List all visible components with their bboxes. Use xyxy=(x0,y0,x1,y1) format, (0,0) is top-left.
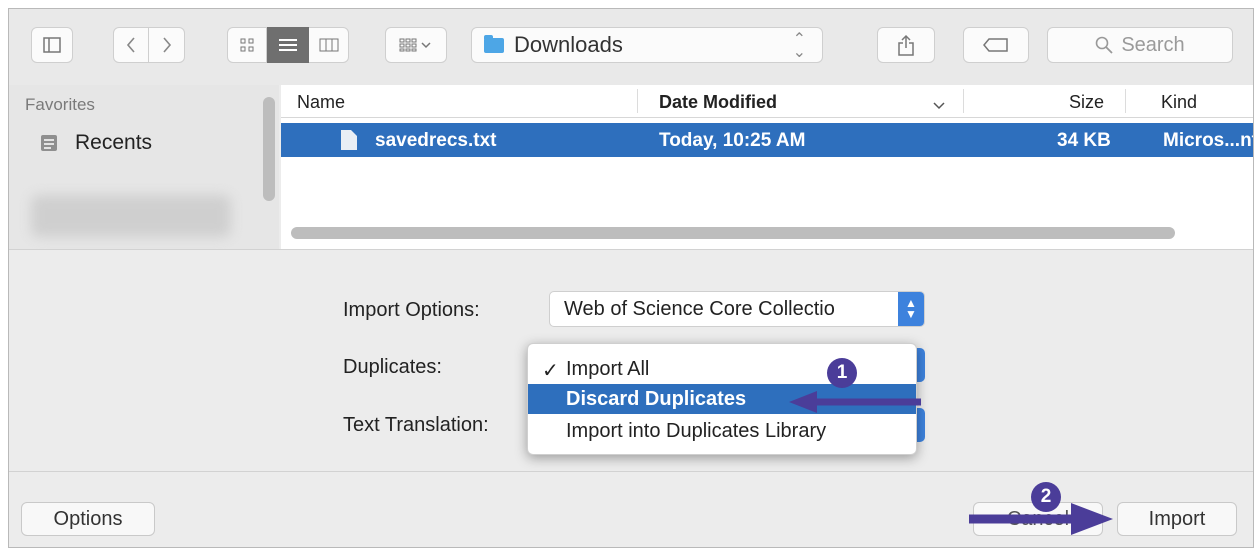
column-divider xyxy=(1125,89,1126,113)
duplicates-label: Duplicates: xyxy=(343,356,442,378)
redacted-sidebar-item xyxy=(31,195,231,237)
sidebar-toggle-button[interactable] xyxy=(31,27,73,63)
file-date-modified: Today, 10:25 AM xyxy=(659,130,806,151)
file-list: Name Date Modified Size Kind savedrecs.t… xyxy=(281,85,1253,249)
sort-chevron-icon xyxy=(933,94,945,115)
list-view-icon xyxy=(278,39,297,51)
file-kind: Micros...nt xyxy=(1163,130,1254,151)
folder-icon xyxy=(484,34,504,53)
icon-view-button[interactable] xyxy=(227,27,267,63)
forward-icon xyxy=(162,37,171,53)
tag-button[interactable] xyxy=(963,27,1029,63)
back-button[interactable] xyxy=(113,27,149,63)
stepper-icon: ⌃ ⌄ xyxy=(792,31,806,61)
column-header-size[interactable]: Size xyxy=(1069,92,1104,113)
location-popup[interactable]: Downloads ⌃ ⌄ xyxy=(471,27,823,63)
list-view-button[interactable] xyxy=(267,27,309,63)
import-options-label: Import Options: xyxy=(343,299,480,321)
back-icon xyxy=(126,37,135,53)
column-view-button[interactable] xyxy=(309,27,349,63)
import-button[interactable]: Import xyxy=(1117,502,1237,536)
text-translation-label: Text Translation: xyxy=(343,414,489,436)
import-options-select[interactable]: Web of Science Core Collectio ▲ ▼ xyxy=(549,291,925,327)
import-options-panel: Import Options: Web of Science Core Coll… xyxy=(9,249,1253,472)
forward-button[interactable] xyxy=(149,27,185,63)
sidebar-icon xyxy=(43,37,61,53)
file-list-header: Name Date Modified Size Kind xyxy=(281,85,1253,118)
column-view-icon xyxy=(319,38,338,52)
view-mode-group xyxy=(227,27,349,63)
column-divider xyxy=(637,89,638,113)
search-icon xyxy=(1096,36,1113,54)
file-size: 34 KB xyxy=(1057,130,1111,151)
step-badge-1: 1 xyxy=(827,358,857,388)
sidebar-item-label: Recents xyxy=(75,131,153,154)
group-icon xyxy=(399,38,431,52)
import-dialog: Downloads ⌃ ⌄ Search Favorites Recents Na… xyxy=(8,8,1254,548)
tag-icon xyxy=(983,38,1008,52)
column-header-kind[interactable]: Kind xyxy=(1161,92,1197,113)
sidebar-scrollbar[interactable] xyxy=(263,97,275,201)
back-forward-group xyxy=(113,27,185,63)
column-header-name[interactable]: Name xyxy=(297,92,345,113)
bottom-bar: Options Cancel Import 2 xyxy=(9,471,1253,547)
file-name: savedrecs.txt xyxy=(375,130,497,151)
import-options-value: Web of Science Core Collectio xyxy=(564,297,835,320)
checkmark-icon: ✓ xyxy=(542,360,559,382)
horizontal-scrollbar[interactable] xyxy=(291,227,1175,239)
share-icon xyxy=(898,34,914,56)
search-placeholder: Search xyxy=(1121,33,1185,56)
menu-item-import-into-duplicates-library[interactable]: Import into Duplicates Library xyxy=(528,416,916,446)
document-icon xyxy=(341,130,357,150)
options-button[interactable]: Options xyxy=(21,502,155,536)
share-button[interactable] xyxy=(877,27,935,63)
step-badge-2: 2 xyxy=(1031,482,1061,512)
group-button[interactable] xyxy=(385,27,447,63)
column-divider xyxy=(963,89,964,113)
menu-item-label: Import into Duplicates Library xyxy=(566,420,827,442)
recents-icon xyxy=(41,135,57,151)
location-label: Downloads xyxy=(514,32,623,57)
sidebar: Favorites Recents xyxy=(9,85,279,249)
search-field[interactable]: Search xyxy=(1047,27,1233,63)
menu-item-import-all[interactable]: ✓ Import All xyxy=(528,354,916,384)
menu-item-label: Import All xyxy=(566,358,650,380)
icon-view-icon xyxy=(240,38,254,52)
file-row[interactable]: savedrecs.txt Today, 10:25 AM 34 KB Micr… xyxy=(281,123,1253,157)
sidebar-item-recents[interactable]: Recents xyxy=(39,131,152,155)
toolbar: Downloads ⌃ ⌄ Search xyxy=(9,9,1253,85)
column-header-date-modified[interactable]: Date Modified xyxy=(659,92,777,113)
arrow-annotation-1 xyxy=(789,391,921,413)
sidebar-section-title: Favorites xyxy=(25,95,95,114)
menu-item-label: Discard Duplicates xyxy=(566,388,747,410)
select-stepper-icon: ▲ ▼ xyxy=(898,292,924,326)
